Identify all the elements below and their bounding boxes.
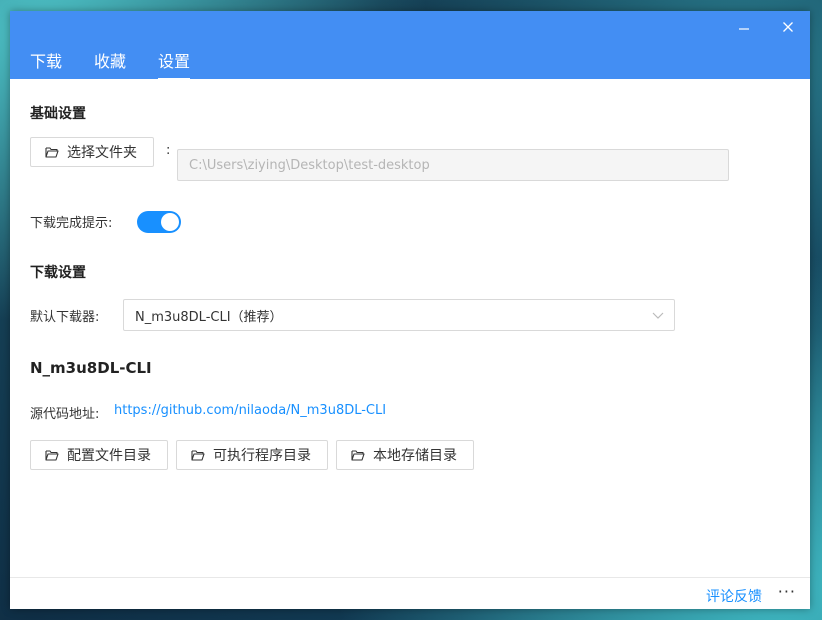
tab-download[interactable]: 下载 xyxy=(30,51,62,79)
exe-dir-label: 可执行程序目录 xyxy=(213,448,311,464)
downloader-value: N_m3u8DL-CLI（推荐） xyxy=(135,309,283,325)
folder-open-icon xyxy=(45,147,59,158)
folder-path-input[interactable] xyxy=(177,149,729,181)
local-dir-button[interactable]: 本地存储目录 xyxy=(336,440,474,470)
folder-open-icon xyxy=(351,450,365,461)
minimize-icon xyxy=(739,28,749,30)
select-folder-label: 选择文件夹 xyxy=(67,145,137,161)
source-url-link[interactable]: https://github.com/nilaoda/N_m3u8DL-CLI xyxy=(114,403,386,418)
colon-separator: : xyxy=(166,143,171,158)
select-folder-button[interactable]: 选择文件夹 xyxy=(30,137,154,167)
exe-dir-button[interactable]: 可执行程序目录 xyxy=(176,440,328,470)
tab-bar: 下载 收藏 设置 xyxy=(30,51,222,80)
source-label: 源代码地址: xyxy=(30,407,100,422)
close-button[interactable] xyxy=(770,15,806,39)
basic-settings-title: 基础设置 xyxy=(30,106,86,122)
config-dir-button[interactable]: 配置文件目录 xyxy=(30,440,168,470)
status-bar: 评论反馈 ··· xyxy=(10,577,810,609)
feedback-link[interactable]: 评论反馈 xyxy=(706,586,762,606)
minimize-button[interactable] xyxy=(726,15,762,39)
download-settings-title: 下载设置 xyxy=(30,265,86,281)
notify-toggle[interactable] xyxy=(137,211,181,233)
tab-favorites[interactable]: 收藏 xyxy=(94,51,126,79)
notify-label: 下载完成提示: xyxy=(30,216,113,231)
local-dir-label: 本地存储目录 xyxy=(373,448,457,464)
tab-settings[interactable]: 设置 xyxy=(158,51,191,80)
chevron-down-icon xyxy=(652,312,664,319)
config-dir-label: 配置文件目录 xyxy=(67,448,151,464)
folder-open-icon xyxy=(191,450,205,461)
close-icon xyxy=(783,22,793,32)
toggle-knob xyxy=(161,213,179,231)
downloader-select[interactable]: N_m3u8DL-CLI（推荐） xyxy=(123,299,675,331)
tool-title: N_m3u8DL-CLI xyxy=(30,359,152,377)
app-window: 下载 收藏 设置 基础设置 选择文件夹 : 下载完成提示: 下载设置 默认下载器… xyxy=(10,11,810,609)
folder-open-icon xyxy=(45,450,59,461)
downloader-label: 默认下载器: xyxy=(30,310,100,325)
title-bar: 下载 收藏 设置 xyxy=(10,11,810,80)
more-icon[interactable]: ··· xyxy=(778,582,796,601)
